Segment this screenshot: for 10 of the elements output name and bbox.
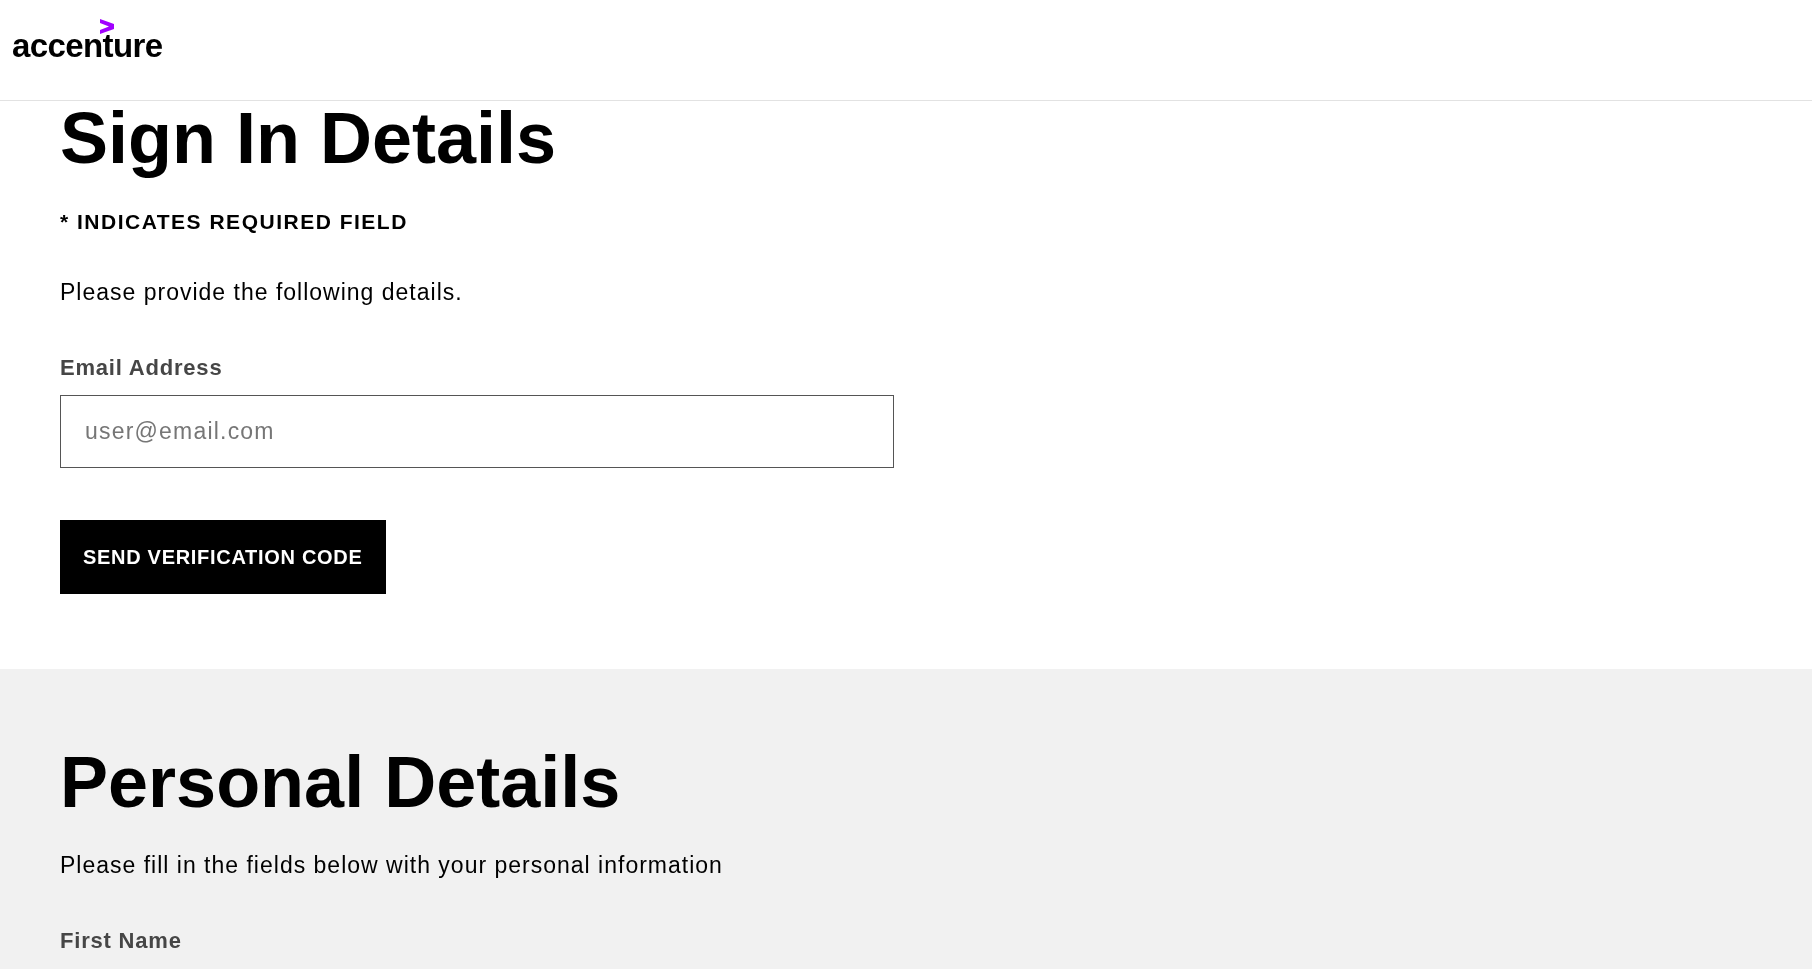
field-label: First Name: [60, 927, 182, 955]
email-input[interactable]: user@email.com: [60, 395, 894, 468]
send-code-button[interactable]: SEND VERIFICATION CODE: [60, 520, 386, 594]
intro-text: Please provide the following details.: [60, 278, 463, 306]
logo-wordmark[interactable]: accenture: [12, 27, 163, 65]
intro-text: Please fill in the fields below with your personal information: [60, 851, 723, 879]
section-title: Personal Details: [60, 746, 621, 818]
required-note: * INDICATES REQUIRED FIELD: [60, 210, 408, 234]
field-label: Email Address: [60, 354, 223, 382]
chevron-icon: [100, 19, 114, 34]
